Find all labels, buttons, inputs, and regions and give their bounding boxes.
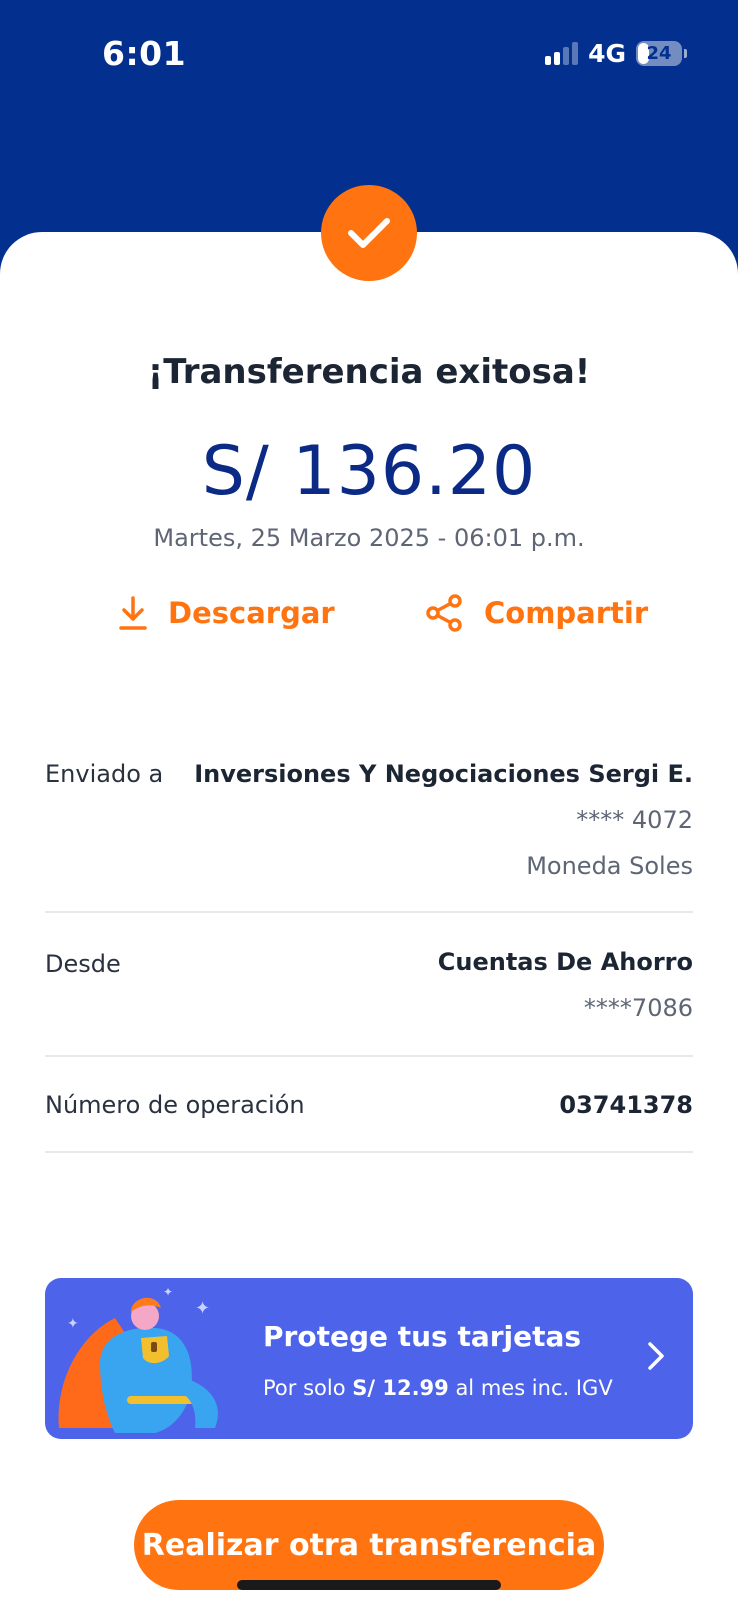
recipient-currency: Moneda Soles	[526, 852, 693, 880]
divider	[45, 1151, 693, 1153]
download-label: Descargar	[168, 596, 335, 630]
recipient-account: **** 4072	[576, 806, 693, 834]
operation-label: Número de operación	[45, 1091, 305, 1119]
svg-text:✦: ✦	[67, 1316, 79, 1332]
sent-to-label: Enviado a	[45, 760, 164, 788]
source-account: ****7086	[583, 994, 693, 1022]
share-button[interactable]: Compartir	[424, 590, 648, 636]
share-icon	[426, 594, 462, 632]
svg-text:✦: ✦	[195, 1298, 210, 1319]
new-transfer-label: Realizar otra transferencia	[141, 1527, 597, 1563]
download-icon	[119, 596, 147, 630]
promo-subtitle: Por solo S/ 12.99 al mes inc. IGV	[263, 1376, 613, 1400]
share-label: Compartir	[484, 596, 649, 630]
success-check-icon	[321, 185, 417, 281]
divider	[45, 911, 693, 913]
promo-title: Protege tus tarjetas	[263, 1320, 582, 1353]
success-title: ¡Transferencia exitosa!	[147, 352, 591, 392]
battery-icon: 24	[636, 40, 687, 66]
svg-text:✦: ✦	[163, 1285, 173, 1299]
battery-level: 24	[646, 42, 672, 64]
from-label: Desde	[45, 950, 121, 978]
new-transfer-button[interactable]: Realizar otra transferencia	[134, 1500, 604, 1590]
superhero-illustration: ✦ ✦ ✦	[58, 1285, 218, 1433]
operation-number: 03741378	[559, 1091, 693, 1119]
transfer-amount: S/ 136.20	[201, 432, 537, 511]
divider	[45, 1055, 693, 1057]
signal-icon	[545, 41, 579, 65]
transfer-datetime: Martes, 25 Marzo 2025 - 06:01 p.m.	[153, 524, 585, 552]
recipient-name: Inversiones Y Negociaciones Sergi E.	[194, 760, 693, 788]
status-time: 6:01	[102, 34, 187, 73]
download-button[interactable]: Descargar	[118, 590, 335, 636]
protect-cards-banner[interactable]: ✦ ✦ ✦ Protege tus tarjetas Por solo S/ 1…	[45, 1278, 693, 1439]
chevron-right-icon	[648, 1342, 664, 1370]
promo-price: S/ 12.99	[352, 1376, 449, 1400]
status-indicators: 4G 24	[545, 38, 687, 68]
network-type: 4G	[588, 38, 626, 68]
source-account-type: Cuentas De Ahorro	[437, 948, 693, 976]
home-indicator[interactable]	[237, 1580, 501, 1590]
